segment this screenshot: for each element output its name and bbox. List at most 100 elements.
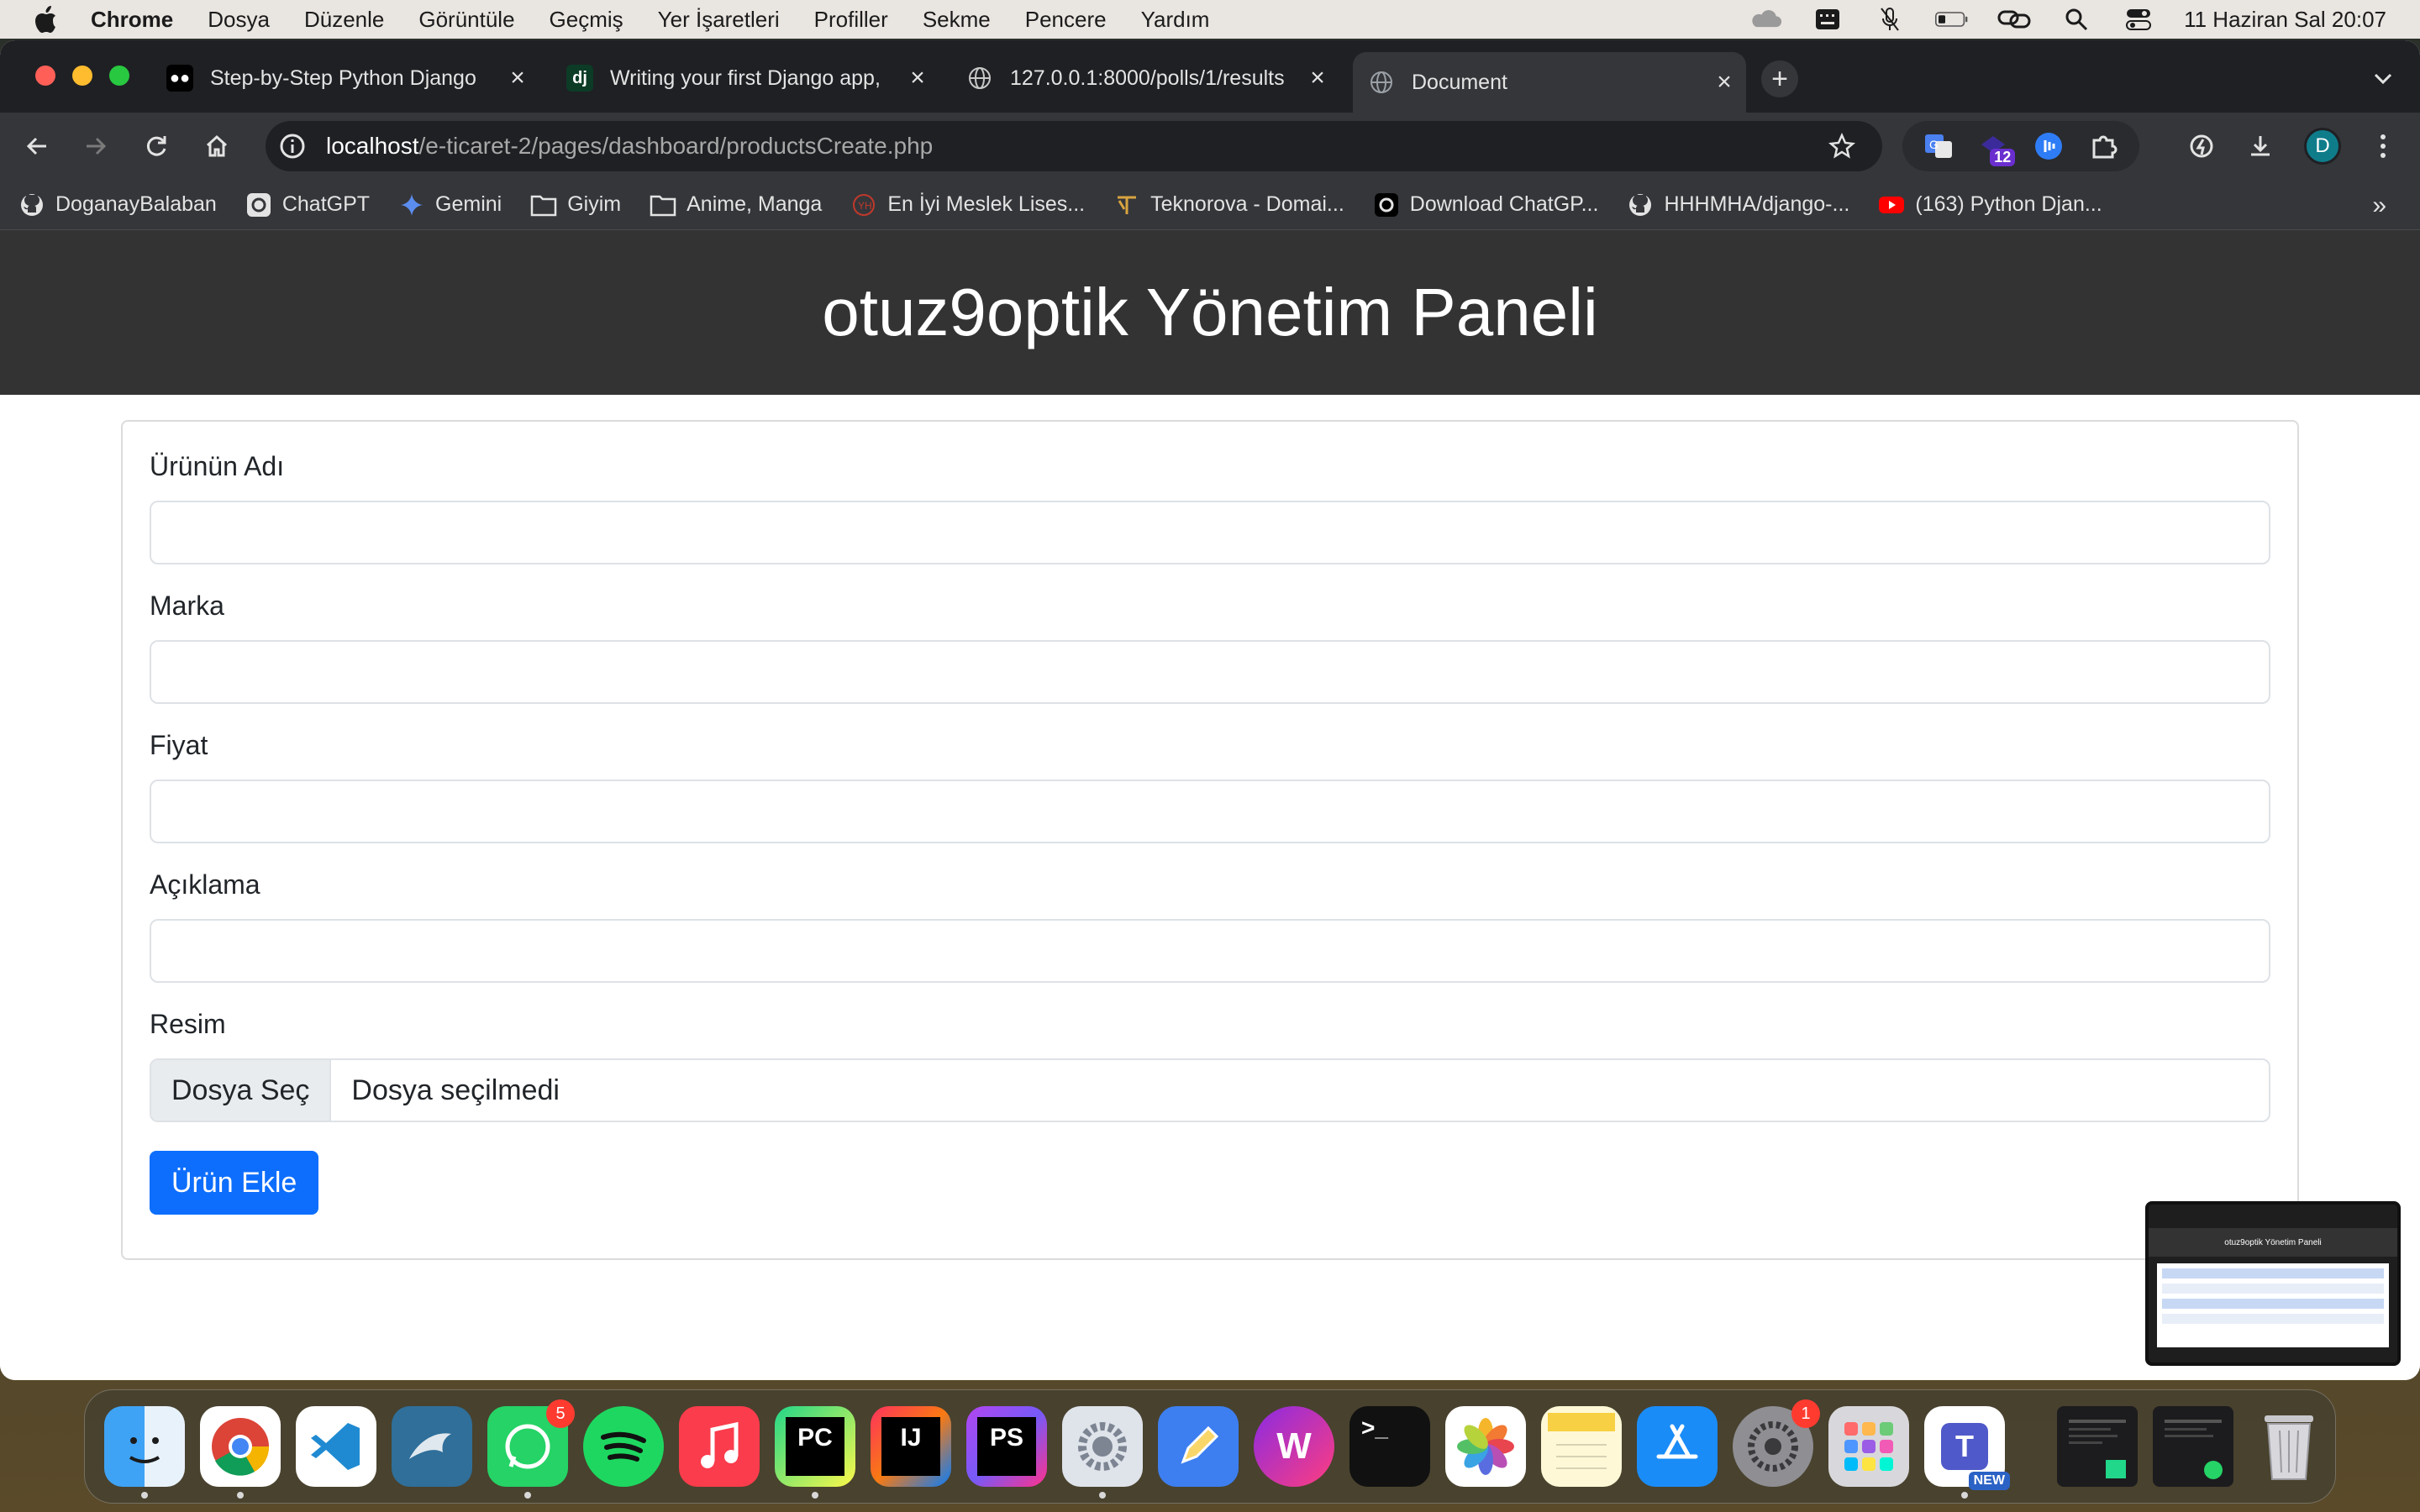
brand-input[interactable] bbox=[150, 640, 2270, 704]
product-create-form: Ürünün Adı Marka Fiyat Açıklama Resim Do… bbox=[121, 420, 2299, 1260]
tab-writing-django-app[interactable]: dj Writing your first Django app, × bbox=[551, 52, 939, 104]
site-info-icon[interactable] bbox=[277, 131, 308, 161]
vscode-icon[interactable] bbox=[296, 1406, 376, 1487]
menu-app-name[interactable]: Chrome bbox=[91, 7, 173, 33]
back-icon[interactable] bbox=[17, 126, 57, 166]
chrome-icon[interactable] bbox=[200, 1406, 281, 1499]
link-icon[interactable] bbox=[1997, 7, 2031, 32]
minimized-window-pycharm[interactable] bbox=[2057, 1406, 2138, 1487]
product-name-input[interactable] bbox=[150, 501, 2270, 564]
home-icon[interactable] bbox=[197, 126, 237, 166]
tab-document-active[interactable]: Document × bbox=[1353, 52, 1746, 113]
notes-icon[interactable] bbox=[1541, 1406, 1622, 1487]
performance-icon[interactable] bbox=[2181, 126, 2222, 166]
download-icon[interactable] bbox=[2240, 126, 2281, 166]
menu-edit[interactable]: Düzenle bbox=[304, 7, 384, 33]
maximize-window-button[interactable] bbox=[109, 66, 129, 86]
bookmarks-overflow-icon[interactable]: » bbox=[2372, 192, 2386, 220]
bookmark-item[interactable]: (163) Python Djan... bbox=[1878, 192, 2102, 218]
bookmark-item[interactable]: HHHMHA/django-... bbox=[1627, 192, 1849, 218]
bookmark-item[interactable]: Download ChatGP... bbox=[1373, 192, 1598, 218]
menu-kebab-icon[interactable] bbox=[2363, 126, 2403, 166]
finder-icon[interactable] bbox=[104, 1406, 185, 1499]
bookmark-item[interactable]: Anime, Manga bbox=[650, 192, 822, 218]
cloud-icon[interactable] bbox=[1749, 7, 1782, 32]
profile-avatar[interactable]: D bbox=[2302, 126, 2343, 166]
audio-extension-icon[interactable] bbox=[2032, 129, 2065, 163]
menubar-clock[interactable]: 11 Haziran Sal 20:07 bbox=[2184, 7, 2386, 33]
apple-logo-icon[interactable] bbox=[32, 5, 60, 34]
menu-profiles[interactable]: Profiller bbox=[814, 7, 888, 33]
notification-badge: 1 bbox=[1791, 1399, 1820, 1428]
reload-icon[interactable] bbox=[136, 126, 176, 166]
menu-view[interactable]: Görüntüle bbox=[418, 7, 514, 33]
bookmark-item[interactable]: Giyim bbox=[530, 192, 621, 218]
pycharm-icon[interactable]: PC bbox=[775, 1406, 855, 1499]
trash-icon[interactable] bbox=[2249, 1406, 2329, 1487]
photos-icon[interactable] bbox=[1445, 1406, 1526, 1487]
close-icon[interactable]: × bbox=[502, 63, 533, 93]
system-settings-icon[interactable]: 1 bbox=[1733, 1399, 1820, 1487]
preview-title: otuz9optik Yönetim Paneli bbox=[2149, 1228, 2397, 1257]
menu-history[interactable]: Geçmiş bbox=[550, 7, 623, 33]
address-bar[interactable]: localhost/e-ticaret-2/pages/dashboard/pr… bbox=[266, 121, 1882, 171]
tab-title: 127.0.0.1:8000/polls/1/results bbox=[1010, 66, 1285, 90]
spotlight-search-icon[interactable] bbox=[2060, 7, 2093, 32]
minimize-window-button[interactable] bbox=[72, 66, 92, 86]
launchpad-icon[interactable] bbox=[1828, 1406, 1909, 1487]
bookmark-label: Gemini bbox=[435, 192, 502, 216]
close-window-button[interactable] bbox=[35, 66, 55, 86]
music-icon[interactable] bbox=[679, 1406, 760, 1487]
control-center-icon[interactable] bbox=[2122, 7, 2155, 32]
bookmark-item[interactable]: DoganayBalaban bbox=[18, 192, 217, 218]
whatsapp-icon[interactable]: 5 bbox=[487, 1399, 575, 1499]
menu-help[interactable]: Yardım bbox=[1141, 7, 1210, 33]
bookmark-star-icon[interactable] bbox=[1827, 131, 1857, 161]
menu-bookmarks[interactable]: Yer İşaretleri bbox=[658, 7, 780, 33]
brand-label: Marka bbox=[150, 591, 224, 621]
google-translate-icon[interactable]: G bbox=[1922, 129, 1955, 163]
tab-step-by-step-django[interactable]: ●● Step-by-Step Python Django × bbox=[151, 52, 539, 104]
window-preview-thumbnail[interactable]: otuz9optik Yönetim Paneli bbox=[2145, 1201, 2401, 1366]
phpstorm-icon[interactable]: PS bbox=[966, 1406, 1047, 1487]
close-icon[interactable]: × bbox=[902, 63, 933, 93]
extensions-puzzle-icon[interactable] bbox=[2086, 129, 2120, 163]
add-product-button[interactable]: Ürün Ekle bbox=[150, 1151, 319, 1215]
keyboard-icon[interactable] bbox=[1811, 7, 1844, 32]
mysql-workbench-icon[interactable] bbox=[392, 1406, 472, 1487]
new-tab-button[interactable]: + bbox=[1761, 60, 1798, 97]
menu-window[interactable]: Pencere bbox=[1025, 7, 1107, 33]
description-input[interactable] bbox=[150, 919, 2270, 983]
minimized-window-whatsapp[interactable] bbox=[2153, 1406, 2233, 1487]
image-file-input[interactable]: Dosya Seç Dosya seçilmedi bbox=[150, 1058, 2270, 1122]
forward-icon[interactable] bbox=[76, 126, 116, 166]
spotify-icon[interactable] bbox=[583, 1406, 664, 1487]
bookmark-item[interactable]: Gemini bbox=[398, 192, 502, 218]
choose-file-button[interactable]: Dosya Seç bbox=[151, 1060, 332, 1121]
bookmark-item[interactable]: YH En İyi Meslek Lises... bbox=[850, 192, 1085, 218]
tab-polls-results[interactable]: 127.0.0.1:8000/polls/1/results × bbox=[951, 52, 1339, 104]
bookmark-item[interactable]: ChatGPT bbox=[245, 192, 370, 218]
terminal-icon[interactable]: >_ bbox=[1349, 1406, 1430, 1487]
tab-search-icon[interactable] bbox=[2365, 60, 2402, 97]
menu-file[interactable]: Dosya bbox=[208, 7, 270, 33]
system-preferences-icon[interactable] bbox=[1062, 1406, 1143, 1499]
bookmark-label: En İyi Meslek Lises... bbox=[887, 192, 1086, 216]
menu-tab[interactable]: Sekme bbox=[923, 7, 991, 33]
pencil-app-icon[interactable] bbox=[1158, 1406, 1239, 1487]
teams-icon[interactable]: T NEW bbox=[1924, 1406, 2010, 1499]
macos-dock: 5 PC IJ PS W >_ 1 T NEW bbox=[84, 1389, 2336, 1504]
price-input[interactable] bbox=[150, 780, 2270, 843]
battery-icon[interactable] bbox=[1935, 7, 1969, 32]
bookmark-item[interactable]: Teknorova - Domai... bbox=[1113, 192, 1344, 218]
microphone-off-icon[interactable] bbox=[1873, 7, 1907, 32]
close-icon[interactable]: × bbox=[1709, 67, 1739, 97]
folder-icon bbox=[650, 192, 676, 218]
extensions-area: G 12 bbox=[1902, 121, 2139, 171]
close-icon[interactable]: × bbox=[1302, 63, 1333, 93]
extension-hat-icon[interactable]: 12 bbox=[1976, 129, 2016, 166]
intellij-icon[interactable]: IJ bbox=[871, 1406, 951, 1487]
wps-icon[interactable]: W bbox=[1254, 1406, 1334, 1487]
svg-text:G: G bbox=[1929, 138, 1939, 151]
app-store-icon[interactable] bbox=[1637, 1406, 1718, 1487]
